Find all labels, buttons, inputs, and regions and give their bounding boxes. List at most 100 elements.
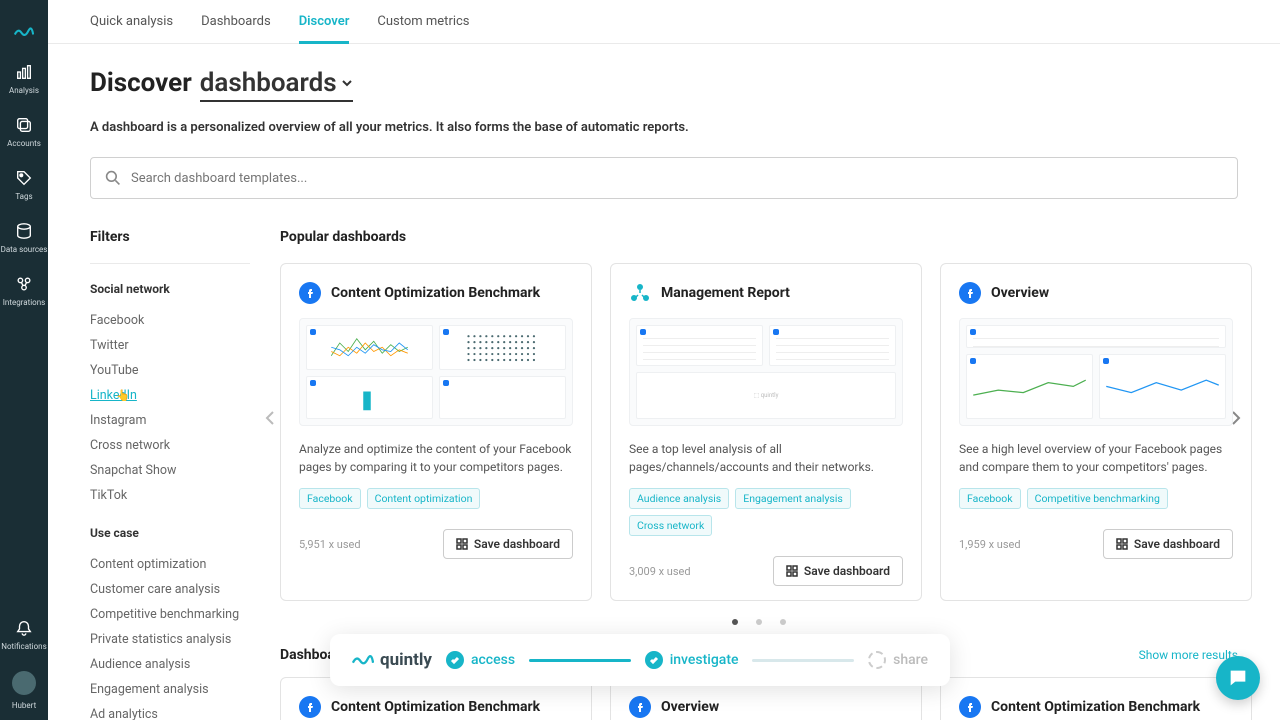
dashboard-card[interactable]: Content Optimization Benchmark Analyze a…	[280, 263, 592, 601]
tab-custom-metrics[interactable]: Custom metrics	[377, 0, 469, 44]
step-access: access	[446, 651, 515, 669]
dot[interactable]	[732, 619, 738, 625]
bell-icon	[14, 618, 34, 638]
brand-logo: quintly	[352, 650, 432, 670]
nav-tags[interactable]: Tags	[0, 158, 48, 211]
filter-item[interactable]: Snapchat Show	[90, 458, 250, 483]
step-investigate: investigate	[645, 651, 739, 669]
title-dropdown[interactable]: dashboards	[200, 68, 353, 102]
integrations-icon	[14, 274, 34, 294]
filter-item[interactable]: Content optimization	[90, 552, 250, 577]
nav-accounts[interactable]: Accounts	[0, 105, 48, 158]
card-title: Overview	[991, 285, 1049, 301]
filter-item[interactable]: Instagram	[90, 408, 250, 433]
check-icon	[645, 651, 663, 669]
facebook-icon	[959, 696, 981, 718]
tab-quick-analysis[interactable]: Quick analysis	[90, 0, 173, 44]
facebook-icon	[299, 696, 321, 718]
card-title: Content Optimization Benchmark	[331, 699, 540, 715]
filter-item[interactable]: Customer care analysis	[90, 577, 250, 602]
save-dashboard-button[interactable]: Save dashboard	[443, 529, 573, 559]
vertical-nav: Analysis Accounts Tags Data sources Inte…	[0, 0, 48, 720]
filter-item[interactable]: Audience analysis	[90, 652, 250, 677]
tag[interactable]: Engagement analysis	[735, 488, 851, 509]
popular-cards: Content Optimization Benchmark Analyze a…	[280, 263, 1238, 601]
search-icon	[105, 170, 121, 186]
filter-item[interactable]: Cross network	[90, 433, 250, 458]
card-title: Overview	[661, 699, 719, 715]
layers-icon	[14, 115, 34, 135]
nav-user[interactable]: Hubert	[0, 661, 48, 720]
progress-line	[752, 659, 854, 662]
dashboard-card[interactable]: Management Report ⬚ quintly See a top le…	[610, 263, 922, 601]
filter-item[interactable]: Facebook	[90, 308, 250, 333]
chart-icon	[14, 62, 34, 82]
filter-item[interactable]: Engagement analysis	[90, 677, 250, 702]
show-more-link[interactable]: Show more results	[1139, 648, 1238, 662]
dot[interactable]	[756, 619, 762, 625]
page-description: A dashboard is a personalized overview o…	[90, 120, 1238, 135]
nav-analysis[interactable]: Analysis	[0, 52, 48, 105]
search-field[interactable]	[90, 157, 1238, 199]
dashboard-card[interactable]: Overview See a high level overview of yo…	[940, 263, 1252, 601]
network-icon	[629, 282, 651, 304]
database-icon	[14, 221, 34, 241]
tab-discover[interactable]: Discover	[299, 0, 350, 44]
pending-icon	[868, 651, 886, 669]
grid-icon	[1116, 538, 1128, 550]
title-static: Discover	[90, 68, 192, 98]
chat-button[interactable]	[1216, 656, 1260, 700]
carousel-dots	[280, 619, 1238, 625]
card-preview	[299, 318, 573, 426]
nav-label: Accounts	[7, 139, 41, 148]
nav-datasources[interactable]: Data sources	[0, 211, 48, 264]
top-nav: Quick analysis Dashboards Discover Custo…	[48, 0, 1280, 44]
dashboard-card[interactable]: Content Optimization Benchmark	[940, 677, 1252, 720]
chat-icon	[1227, 667, 1249, 689]
save-dashboard-button[interactable]: Save dashboard	[773, 556, 903, 586]
save-dashboard-button[interactable]: Save dashboard	[1103, 529, 1233, 559]
tag[interactable]: Competitive benchmarking	[1027, 488, 1168, 509]
nav-integrations[interactable]: Integrations	[0, 264, 48, 317]
facebook-icon	[959, 282, 981, 304]
filter-item[interactable]: Twitter	[90, 333, 250, 358]
progress-bar: quintly access investigate share	[330, 634, 950, 686]
nav-notifications[interactable]: Notifications	[0, 608, 48, 661]
filter-item[interactable]: Competitive benchmarking	[90, 602, 250, 627]
filter-group-usecase: Use case	[90, 526, 250, 540]
filter-item[interactable]: Private statistics analysis	[90, 627, 250, 652]
grid-icon	[456, 538, 468, 550]
tag-icon	[14, 168, 34, 188]
facebook-icon	[629, 696, 651, 718]
nav-label: Integrations	[3, 298, 46, 307]
card-preview: ⬚ quintly	[629, 318, 903, 426]
nav-label: Analysis	[9, 86, 39, 95]
chevron-down-icon	[341, 77, 353, 89]
brand-logo[interactable]	[0, 12, 48, 52]
used-count: 3,009 x used	[629, 565, 691, 578]
filters-title: Filters	[90, 229, 250, 245]
progress-line	[529, 659, 631, 662]
filter-item[interactable]: TikTok	[90, 483, 250, 508]
search-input[interactable]	[131, 171, 1223, 186]
card-title: Management Report	[661, 285, 790, 301]
card-title: Content Optimization Benchmark	[991, 699, 1200, 715]
tag[interactable]: Content optimization	[367, 488, 481, 509]
dot[interactable]	[780, 619, 786, 625]
filter-item[interactable]: LinkedIn	[90, 383, 250, 408]
page-title: Discover dashboards	[90, 68, 1238, 102]
cursor-icon: 👆	[116, 389, 130, 402]
carousel-prev[interactable]	[260, 403, 280, 433]
card-description: Analyze and optimize the content of your…	[299, 440, 573, 476]
tag[interactable]: Facebook	[959, 488, 1021, 509]
card-title: Content Optimization Benchmark	[331, 285, 540, 301]
filters-panel: Filters Social network FacebookTwitterYo…	[90, 229, 250, 720]
tag[interactable]: Audience analysis	[629, 488, 729, 509]
card-preview	[959, 318, 1233, 426]
tag[interactable]: Facebook	[299, 488, 361, 509]
tab-dashboards[interactable]: Dashboards	[201, 0, 271, 44]
filter-item[interactable]: YouTube	[90, 358, 250, 383]
filter-item[interactable]: Ad analytics	[90, 702, 250, 720]
content: Discover dashboards A dashboard is a per…	[48, 44, 1280, 720]
tag[interactable]: Cross network	[629, 515, 712, 536]
